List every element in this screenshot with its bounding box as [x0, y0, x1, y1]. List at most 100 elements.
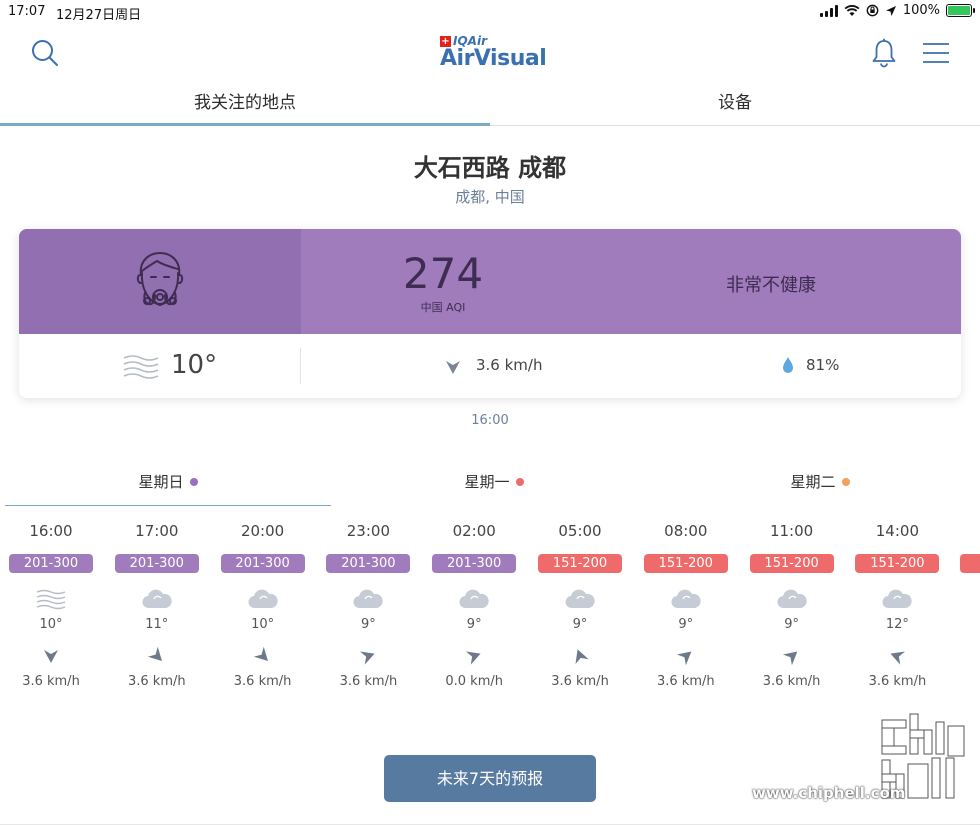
aqi-range-badge: 201-300 [432, 554, 517, 573]
hourly-wind [674, 644, 698, 668]
hourly-temperature: 9° [361, 617, 376, 632]
tab-devices[interactable]: 设备 [490, 86, 980, 126]
hourly-item: 20:00 201-300 10° 3.6 km/h [218, 520, 308, 689]
battery-icon [946, 4, 975, 17]
aqi-range-badge: 151-200 [538, 554, 622, 573]
wifi-icon [844, 4, 860, 16]
status-time: 17:07 [8, 4, 46, 19]
menu-button[interactable] [922, 42, 950, 68]
hourly-temperature: 9° [678, 617, 694, 632]
status-bar: 17:07 12月27日周日 100% [0, 0, 980, 24]
hourly-wind-speed: 3.6 km/h [656, 674, 715, 689]
current-wind-speed: 3.6 km/h [476, 356, 543, 374]
seven-day-forecast-button[interactable]: 未来7天的预报 [384, 755, 596, 802]
hourly-weather [243, 585, 283, 613]
day-label: 星期二 [790, 473, 836, 491]
hourly-weather [560, 585, 600, 613]
hourly-temperature: 12° [885, 617, 909, 632]
hourly-weather [137, 585, 177, 613]
hourly-item: 23:00 201-300 9° 3.6 km/h [323, 520, 413, 689]
hourly-temperature: 10° [39, 617, 63, 632]
aqi-card[interactable]: 274 中国 AQI 非常不健康 10° 3.6 km/h 81% [19, 229, 961, 398]
hourly-temperature: 10° [251, 617, 275, 632]
day-aqi-dot [841, 478, 850, 486]
hourly-temperature: 9° [784, 617, 799, 632]
wind-direction-icon [446, 361, 460, 374]
hourly-wind [145, 644, 169, 668]
hourly-time: 02:00 [452, 522, 496, 540]
hourly-wind-speed: 3.6 km/h [339, 674, 398, 689]
hourly-time: 14:00 [875, 522, 919, 540]
app-header: + IQAir AirVisual [0, 28, 980, 80]
update-time: 16:00 [471, 413, 509, 428]
hourly-time: 08:00 [664, 522, 708, 540]
day-tab-sunday[interactable]: 星期日 [5, 466, 331, 506]
hourly-wind-speed: 3.6 km/h [127, 674, 186, 689]
hourly-wind [780, 644, 804, 668]
location-region: 成都, 中国 [455, 188, 525, 206]
aqi-range-badge: 151-200 [855, 554, 940, 573]
hourly-time: 16:00 [29, 522, 73, 540]
day-tab-tuesday[interactable]: 星期二 [657, 466, 980, 506]
hourly-item: 11:00 151-200 9° 3.6 km/h [747, 520, 837, 689]
hourly-wind-speed: 0.0 km/h [445, 674, 503, 689]
hourly-item: 14:00 151-200 12° 3.6 km/h [852, 520, 942, 689]
top-tabs: 我关注的地点 设备 [0, 86, 980, 126]
aqi-range-badge: 201-300 [326, 554, 411, 573]
status-date: 12月27日周日 [56, 8, 142, 23]
cloud-icon [142, 589, 172, 609]
aqi-range-badge: 201-300 [114, 554, 199, 573]
hourly-weather [31, 585, 71, 613]
hourly-forecast[interactable]: 16:00 201-300 10° 3.6 km/h 17:00 201-300 11° 3.… [0, 520, 980, 720]
day-label: 星期一 [464, 473, 510, 491]
hourly-wind-speed: 3.6 km/h [22, 674, 80, 689]
haze-icon [36, 589, 66, 610]
wind-direction-icon [890, 651, 906, 665]
cloud-icon [671, 589, 701, 609]
search-icon [32, 40, 58, 66]
watermark-url: www.chiphell.com [752, 784, 906, 802]
location-arrow-icon [885, 5, 896, 16]
aqi-range-badge: 201-300 [9, 554, 93, 573]
status-indicators: 100% [819, 3, 975, 18]
aqi-range-badge: 151-200 [643, 554, 728, 573]
wind-direction-icon [676, 651, 692, 666]
hourly-wind [885, 644, 909, 668]
cloud-icon [248, 589, 278, 609]
hourly-item: 17:00 201-300 11° 3.6 km/h [112, 520, 202, 689]
cloud-icon [459, 589, 489, 609]
hourly-wind-speed: 3.6 km/h [868, 674, 927, 689]
aqi-status: 非常不健康 [726, 275, 816, 296]
cloud-icon [882, 589, 913, 609]
hourly-temperature: 11° [145, 617, 169, 632]
bell-icon [872, 38, 896, 68]
app-logo: + IQAir AirVisual [440, 34, 550, 71]
hourly-temperature: 9° [466, 617, 482, 632]
hourly-time: 11:00 [769, 522, 814, 540]
cellular-signal-icon [819, 4, 838, 17]
hourly-item: 05:00 151-200 9° 3.6 km/h [535, 520, 625, 689]
hourly-wind [568, 644, 592, 668]
hourly-wind [39, 644, 63, 668]
hourly-wind [251, 644, 275, 668]
hourly-wind-speed: 3.6 km/h [762, 674, 821, 689]
hourly-weather [454, 585, 494, 613]
gas-mask-face-icon [136, 252, 184, 306]
hourly-wind-speed: 3.6 km/h [551, 674, 609, 689]
day-aqi-dot [515, 478, 524, 486]
hamburger-menu-icon [923, 43, 949, 63]
day-tab-monday[interactable]: 星期一 [331, 466, 657, 506]
wind-direction-icon [360, 651, 375, 665]
lock-rotation-icon [866, 4, 879, 17]
notifications-button[interactable] [870, 38, 898, 72]
hourly-weather [348, 585, 388, 613]
bottom-divider [0, 824, 980, 825]
search-button[interactable] [30, 38, 60, 72]
hourly-item: 16:00 201-300 10° 3.6 km/h [6, 520, 96, 689]
wind-direction-icon [147, 646, 162, 661]
aqi-range-badge: 201-300 [220, 554, 305, 573]
cloud-icon [565, 589, 595, 609]
current-temperature: 10° [171, 350, 218, 380]
battery-percent: 100% [902, 3, 940, 18]
tab-my-locations[interactable]: 我关注的地点 [0, 86, 490, 126]
